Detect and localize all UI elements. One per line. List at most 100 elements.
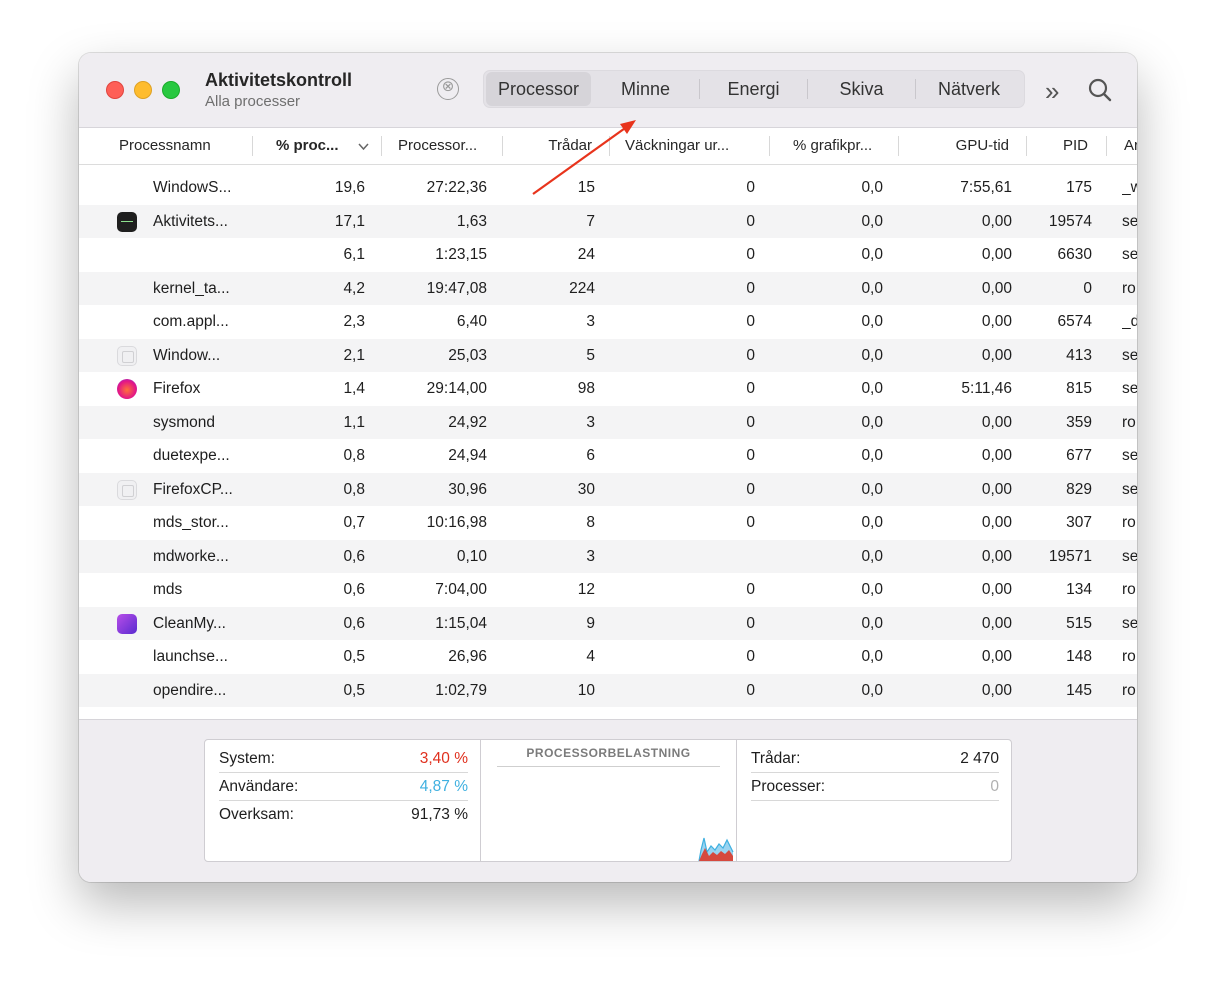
threads-stat-row: Trådar: 2 470 — [751, 745, 999, 773]
tab-energy[interactable]: Energi — [700, 72, 807, 106]
window-subtitle: Alla processer — [205, 93, 301, 110]
tab-label: Nätverk — [937, 79, 1000, 99]
process-name-cell: launchse... — [153, 648, 228, 665]
search-button[interactable] — [1087, 77, 1113, 103]
stop-process-button[interactable]: ⊗ — [437, 78, 459, 100]
idle-wakeups-cell: 0 — [746, 447, 755, 464]
cleanmymac-icon — [117, 613, 137, 634]
thread-count-cell: 224 — [569, 279, 595, 297]
user-cell: ro — [1122, 581, 1136, 598]
window-minimize-button[interactable] — [134, 81, 152, 99]
process-row[interactable]: kernel_ta... 4,2 19:47,08 224 0 0,0 0,00 0 ro — [79, 271, 1137, 305]
process-row[interactable]: sysmond 1,1 24,92 3 0 0,0 0,00 359 ro — [79, 405, 1137, 439]
thread-count-cell: 3 — [586, 413, 595, 431]
cpu-percent-cell: 0,6 — [343, 614, 365, 632]
window-icon — [117, 479, 137, 500]
window-zoom-button[interactable] — [162, 81, 180, 99]
gpu-time-cell: 0,00 — [981, 480, 1012, 498]
process-name-cell: sysmond — [153, 413, 216, 431]
tab-label: Skiva — [839, 79, 884, 99]
pid-cell: 175 — [1066, 179, 1092, 196]
idle-value: 91,73 % — [411, 806, 468, 823]
tab-network[interactable]: Nätverk — [916, 72, 1022, 106]
column-header-gpu-time[interactable]: GPU-tid — [919, 128, 1009, 164]
process-row[interactable]: WindowS... 19,6 27:22,36 15 0 0,0 7:55,61 175 _w — [79, 171, 1137, 205]
column-header-cpu-time[interactable]: Processor... — [398, 128, 493, 164]
process-row[interactable]: Window... 2,1 25,03 5 0 0,0 0,00 413 se — [79, 338, 1137, 372]
column-header-pid[interactable]: PID — [1039, 128, 1088, 164]
tab-disk[interactable]: Skiva — [808, 72, 915, 106]
window-close-button[interactable] — [106, 81, 124, 99]
pid-cell: 148 — [1066, 648, 1092, 665]
user-label: Användare: — [219, 778, 299, 795]
column-header-wakeups[interactable]: Väckningar ur... — [625, 128, 755, 164]
column-header-cpu-percent[interactable]: % proc... — [276, 128, 351, 164]
tab-memory[interactable]: Minne — [592, 72, 699, 106]
more-tabs-button[interactable]: » — [1045, 76, 1059, 107]
user-cell: _d — [1122, 313, 1137, 330]
column-divider — [898, 136, 899, 156]
firefox-icon — [117, 379, 137, 399]
column-header-process-name[interactable]: Processnamn — [119, 128, 269, 164]
cpu-percent-cell: 0,5 — [343, 681, 365, 699]
process-row[interactable]: mds 0,6 7:04,00 12 0 0,0 0,00 134 ro — [79, 573, 1137, 607]
cpu-percent-cell: 0,6 — [343, 581, 365, 598]
process-name-cell: Firefox — [153, 380, 201, 397]
idle-wakeups-cell: 0 — [746, 279, 755, 297]
process-row[interactable]: FirefoxCP... 0,8 30,96 30 0 0,0 0,00 829 se — [79, 472, 1137, 506]
pid-cell: 815 — [1066, 380, 1092, 397]
process-row[interactable]: Firefox 1,4 29:14,00 98 0 0,0 5:11,46 815 se — [79, 372, 1137, 406]
thread-count-cell: 10 — [577, 681, 595, 699]
process-row[interactable]: com.appl... 2,3 6,40 3 0 0,0 0,00 6574 _d — [79, 305, 1137, 339]
process-table-header: Processnamn % proc... Processor... Tråda… — [79, 128, 1137, 165]
activity-monitor-window: Aktivitetskontroll Alla processer ⊗ Proc… — [79, 53, 1137, 882]
gpu-time-cell: 5:11,46 — [961, 380, 1012, 397]
thread-count-cell: 12 — [577, 581, 595, 598]
process-row[interactable]: mds_stor... 0,7 10:16,98 8 0 0,0 0,00 307 ro — [79, 506, 1137, 540]
process-row[interactable]: launchse... 0,5 26,96 4 0 0,0 0,00 148 ro — [79, 640, 1137, 674]
gpu-percent-cell: 0,0 — [861, 581, 883, 598]
gpu-percent-cell: 0,0 — [861, 447, 883, 464]
column-header-gpu-percent[interactable]: % grafikpr... — [793, 128, 888, 164]
tab-processor[interactable]: Processor — [486, 72, 591, 106]
cpu-percent-cell: 6,1 — [343, 246, 365, 263]
system-label: System: — [219, 750, 275, 767]
cpu-time-cell: 26,96 — [448, 648, 487, 665]
idle-wakeups-cell: 0 — [746, 246, 755, 263]
column-header-threads[interactable]: Trådar — [509, 128, 592, 164]
process-name-cell: opendire... — [153, 681, 227, 699]
process-name-cell: duetexpe... — [153, 447, 230, 464]
cpu-percent-cell: 1,1 — [343, 413, 365, 431]
tab-segmented-control: Processor Minne Energi Skiva Nätverk — [483, 70, 1025, 108]
idle-wakeups-cell: 0 — [746, 648, 755, 665]
processes-value: 0 — [990, 778, 999, 795]
idle-wakeups-cell: 0 — [746, 179, 755, 196]
process-row[interactable]: mdworke... 0,6 0,10 3 0,0 0,00 19571 se — [79, 539, 1137, 573]
cpu-time-cell: 1:23,15 — [435, 246, 487, 263]
process-name-cell: mds — [153, 581, 183, 598]
pid-cell: 413 — [1066, 346, 1092, 364]
user-cell: ro — [1122, 413, 1136, 431]
thread-count-cell: 98 — [577, 380, 595, 397]
thread-count-cell: 30 — [577, 480, 595, 498]
gpu-percent-cell: 0,0 — [861, 681, 883, 699]
cpu-percent-cell: 0,6 — [343, 547, 365, 565]
system-stat-row: System: 3,40 % — [219, 745, 468, 773]
gpu-time-cell: 0,00 — [981, 614, 1012, 632]
cpu-percent-cell: 0,5 — [343, 648, 365, 665]
process-row[interactable]: Aktivitets... 17,1 1,63 7 0 0,0 0,00 19574 se — [79, 204, 1137, 238]
idle-wakeups-cell: 0 — [746, 413, 755, 431]
cpu-load-sparkline — [698, 837, 734, 861]
process-row[interactable]: duetexpe... 0,8 24,94 6 0 0,0 0,00 677 se — [79, 439, 1137, 473]
process-row[interactable]: CleanMy... 0,6 1:15,04 9 0 0,0 0,00 515 se — [79, 606, 1137, 640]
thread-count-cell: 9 — [586, 614, 595, 632]
pid-cell: 134 — [1066, 581, 1092, 598]
process-name-cell: Aktivitets... — [153, 212, 228, 230]
stop-icon: ⊗ — [441, 78, 455, 95]
process-row[interactable]: 6,1 1:23,15 24 0 0,0 0,00 6630 se — [79, 238, 1137, 272]
cpu-time-cell: 1:02,79 — [435, 681, 487, 699]
cpu-percent-cell: 19,6 — [334, 179, 365, 196]
column-header-user[interactable]: Ar — [1124, 128, 1137, 164]
gpu-percent-cell: 0,0 — [861, 246, 883, 263]
process-row[interactable]: opendire... 0,5 1:02,79 10 0 0,0 0,00 145 ro — [79, 673, 1137, 707]
